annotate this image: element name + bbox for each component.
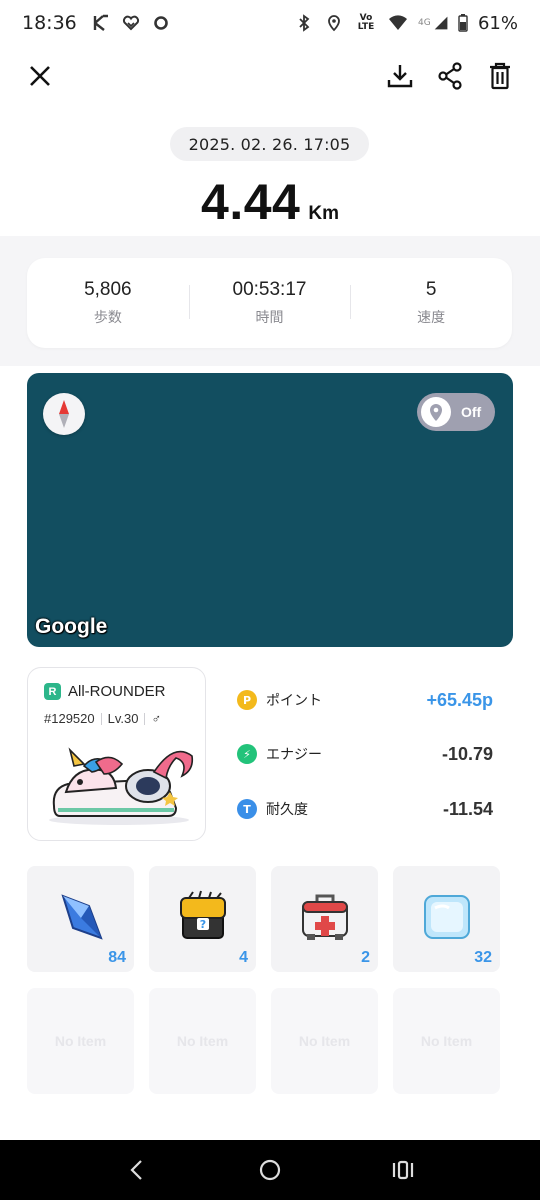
- reward-value: -11.54: [442, 798, 493, 819]
- stat-label: 歩数: [93, 310, 122, 326]
- meta-divider: [144, 712, 146, 725]
- item-count: 2: [361, 949, 370, 966]
- top-toolbar: [0, 50, 540, 102]
- wifi-icon: [388, 13, 408, 33]
- delete-button[interactable]: [482, 58, 518, 94]
- trash-icon: [490, 62, 510, 90]
- distance-display: 4.44 Km: [0, 173, 540, 231]
- reward-value: -10.79: [441, 743, 493, 764]
- item-count: 32: [474, 949, 492, 966]
- rarity-badge: R: [44, 683, 61, 700]
- bluetooth-icon: [294, 13, 314, 33]
- toggle-label: Off: [461, 404, 482, 420]
- item-count: 84: [108, 949, 126, 966]
- repair-kit-icon: [302, 894, 348, 940]
- item-mystery-box[interactable]: ? 4: [149, 866, 256, 972]
- stat-value: 5: [425, 279, 437, 300]
- volte-label: Vo LTE: [357, 13, 375, 32]
- svg-text:?: ?: [200, 918, 206, 931]
- circle-app-icon: [151, 13, 171, 33]
- stat-steps: 5,806 歩数: [27, 279, 189, 327]
- k-app-icon: [91, 13, 111, 33]
- ice-cube-icon: [424, 895, 470, 939]
- reward-label: 耐久度: [266, 802, 308, 818]
- battery-icon: [458, 13, 468, 33]
- distance-unit: Km: [308, 203, 339, 224]
- close-button[interactable]: [22, 58, 58, 94]
- stat-label: 時間: [255, 310, 284, 326]
- status-bar: 18:36 Vo LTE 4G 61%: [0, 0, 540, 46]
- volte-icon: Vo LTE: [354, 13, 378, 33]
- energy-icon: ⚡: [237, 744, 257, 764]
- empty-item-slot: No Item: [393, 988, 500, 1094]
- stat-label: 速度: [417, 310, 446, 326]
- character-title: R All-ROUNDER: [44, 683, 166, 700]
- heart-app-icon: [121, 13, 141, 33]
- empty-item-label: No Item: [420, 1033, 473, 1049]
- meta-divider: [100, 712, 102, 725]
- route-toggle[interactable]: Off: [417, 393, 495, 431]
- close-icon: [30, 66, 50, 86]
- download-icon: [387, 65, 413, 88]
- location-icon: [324, 13, 344, 33]
- compass-button[interactable]: [43, 393, 85, 435]
- download-button[interactable]: [382, 58, 418, 94]
- back-icon: [130, 1160, 142, 1180]
- home-icon: [259, 1159, 281, 1181]
- character-name: All-ROUNDER: [68, 683, 166, 700]
- gender-icon: ♂: [151, 711, 162, 726]
- item-blue-crystal[interactable]: 84: [27, 866, 134, 972]
- compass-icon: [59, 400, 69, 428]
- recents-icon: [393, 1160, 414, 1180]
- empty-item-label: No Item: [298, 1033, 351, 1049]
- home-button[interactable]: [250, 1150, 290, 1190]
- empty-item-slot: No Item: [271, 988, 378, 1094]
- network-label: 4G: [417, 18, 431, 28]
- status-time: 18:36: [22, 12, 77, 34]
- stat-speed: 5 速度: [350, 279, 512, 327]
- item-repair-kit[interactable]: 2: [271, 866, 378, 972]
- battery-percent: 61%: [477, 12, 518, 34]
- blue-crystal-icon: [61, 894, 103, 940]
- empty-item-label: No Item: [176, 1033, 229, 1049]
- status-bar-right: Vo LTE 4G 61%: [294, 13, 518, 34]
- point-icon: P: [237, 690, 257, 710]
- empty-item-slot: No Item: [149, 988, 256, 1094]
- character-level: Lv.30: [107, 711, 139, 726]
- empty-item-label: No Item: [54, 1033, 107, 1049]
- share-icon: [438, 62, 462, 90]
- recents-button[interactable]: [383, 1150, 423, 1190]
- stats-card: 5,806 歩数 00:53:17 時間 5 速度: [27, 258, 512, 348]
- signal-4g-icon: 4G: [418, 13, 448, 33]
- map-pin-icon: [430, 404, 442, 421]
- system-nav-bar: [0, 1140, 540, 1200]
- character-id: #129520: [44, 711, 95, 726]
- activity-detail-screen: 18:36 Vo LTE 4G 61% 2025. 02. 26. 17:05 …: [0, 0, 540, 1200]
- toggle-knob: [421, 397, 451, 427]
- item-ice-cube[interactable]: 32: [393, 866, 500, 972]
- mystery-box-icon: ?: [180, 890, 226, 939]
- distance-value: 4.44: [201, 174, 301, 230]
- character-meta: #129520 Lv.30 ♂: [44, 711, 161, 726]
- stat-value: 5,806: [84, 279, 132, 300]
- unicorn-sneaker-image: [49, 747, 194, 825]
- stat-value: 00:53:17: [232, 279, 307, 300]
- activity-date: 2025. 02. 26. 17:05: [170, 127, 369, 161]
- reward-durability: T 耐久度 -11.54: [237, 794, 493, 824]
- back-button[interactable]: [117, 1150, 157, 1190]
- stat-time: 00:53:17 時間: [188, 279, 351, 327]
- durability-icon: T: [237, 799, 257, 819]
- reward-label: エナジー: [266, 747, 322, 763]
- google-attribution: Google: [35, 615, 108, 638]
- status-bar-left: 18:36: [22, 12, 171, 34]
- reward-energy: ⚡ エナジー -10.79: [237, 739, 493, 769]
- share-button[interactable]: [432, 58, 468, 94]
- item-count: 4: [239, 949, 248, 966]
- empty-item-slot: No Item: [27, 988, 134, 1094]
- route-map[interactable]: Off Google: [27, 373, 513, 647]
- reward-points: P ポイント +65.45p: [237, 685, 493, 715]
- character-card[interactable]: R All-ROUNDER #129520 Lv.30 ♂: [27, 667, 206, 841]
- reward-label: ポイント: [266, 693, 322, 709]
- reward-value: +65.45p: [426, 689, 493, 710]
